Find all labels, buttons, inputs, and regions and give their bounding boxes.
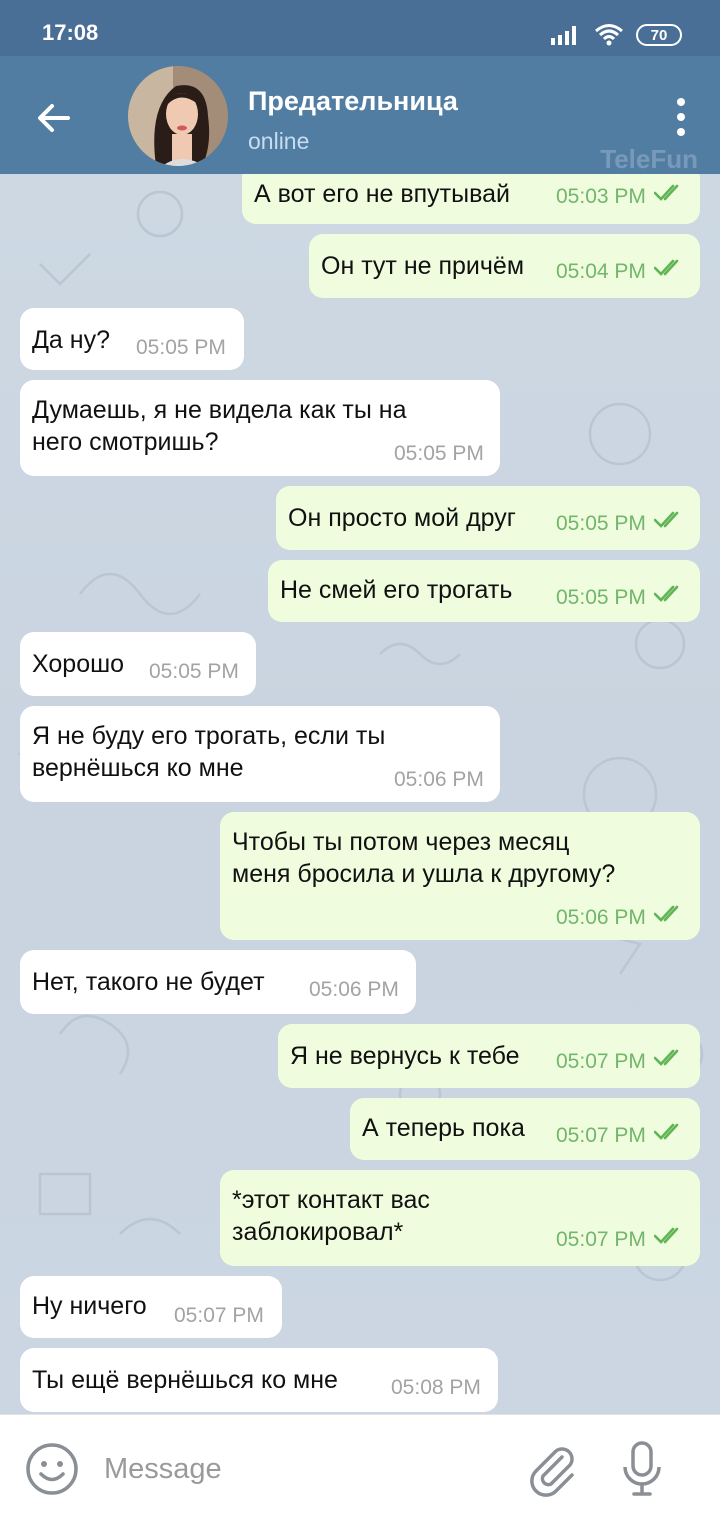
double-check-icon <box>654 259 679 276</box>
message-bubble[interactable]: Чтобы ты потом через месяц меня бросила … <box>220 812 700 940</box>
message-time: 05:06 PM <box>556 906 646 929</box>
double-check-icon <box>654 511 679 528</box>
message-text: Нет, такого не будет <box>32 968 265 996</box>
message-text: А вот его не впутывай <box>254 180 510 208</box>
contact-status: online <box>248 128 310 154</box>
message-bubble[interactable]: Ну ничего 05:07 PM <box>20 1276 282 1338</box>
double-check-icon <box>654 1227 679 1244</box>
message-time: 05:08 PM <box>391 1376 481 1399</box>
message-text: А теперь пока <box>362 1114 525 1142</box>
message-time: 05:07 PM <box>556 1228 646 1251</box>
message-bubble[interactable]: Не смей его трогать 05:05 PM <box>268 560 700 622</box>
double-check-icon <box>654 905 679 922</box>
message-time: 05:05 PM <box>149 660 239 683</box>
status-time: 17:08 <box>42 20 99 45</box>
message-text: Чтобы ты потом через месяц меня бросила … <box>232 828 616 888</box>
battery-icon: 70 <box>636 24 682 46</box>
emoji-icon[interactable] <box>24 1441 80 1497</box>
message-time: 05:05 PM <box>394 442 484 465</box>
double-check-icon <box>654 1123 679 1140</box>
message-time: 05:07 PM <box>556 1124 646 1147</box>
message-time: 05:05 PM <box>556 586 646 609</box>
message-text: Ну ничего <box>32 1292 147 1320</box>
message-bubble[interactable]: Он просто мой друг 05:05 PM <box>276 486 700 550</box>
contact-name[interactable]: Предательница <box>248 86 458 117</box>
message-bubble[interactable]: А теперь пока 05:07 PM <box>350 1098 700 1160</box>
more-vert-icon[interactable] <box>666 94 696 140</box>
wifi-icon <box>595 24 623 46</box>
message-bubble[interactable]: *этот контакт вас заблокировал* 05:07 PM <box>220 1170 700 1266</box>
composer-bar <box>0 1414 720 1520</box>
chat-area[interactable]: А вот его не впутывай 05:03 PM Он тут не… <box>0 174 720 1414</box>
status-bar: 17:08 70 <box>0 0 720 56</box>
watermark: TeleFun <box>600 144 698 174</box>
attach-icon[interactable] <box>524 1441 580 1497</box>
chat-header: Предательница online TeleFun <box>0 56 720 174</box>
message-time: 05:05 PM <box>136 336 226 359</box>
message-time: 05:05 PM <box>556 512 646 535</box>
status-icons: 70 <box>550 20 682 50</box>
message-text: Хорошо <box>32 650 125 678</box>
message-time: 05:07 PM <box>556 1050 646 1073</box>
message-text: Он тут не причём <box>321 252 525 280</box>
message-text: Он просто мой друг <box>288 504 516 532</box>
message-time: 05:06 PM <box>309 978 399 1001</box>
back-arrow-icon[interactable] <box>28 92 80 144</box>
message-bubble[interactable]: Нет, такого не будет 05:06 PM <box>20 950 416 1014</box>
message-text: Думаешь, я не видела как ты на него смот… <box>32 396 407 456</box>
message-bubble[interactable]: Я не буду его трогать, если ты вернёшься… <box>20 706 500 802</box>
double-check-icon <box>654 1049 679 1066</box>
double-check-icon <box>654 585 679 602</box>
message-text: *этот контакт вас заблокировал* <box>232 1186 430 1246</box>
message-time: 05:07 PM <box>174 1304 264 1327</box>
message-text: Да ну? <box>32 326 110 354</box>
avatar[interactable] <box>128 66 228 166</box>
message-input[interactable] <box>104 1447 484 1491</box>
message-text: Я не буду его трогать, если ты вернёшься… <box>32 722 386 782</box>
message-bubble[interactable]: Ты ещё вернёшься ко мне 05:08 PM <box>20 1348 498 1412</box>
message-time: 05:04 PM <box>556 260 646 283</box>
message-text: Не смей его трогать <box>280 576 513 604</box>
mic-icon[interactable] <box>616 1439 668 1499</box>
message-time: 05:06 PM <box>394 768 484 791</box>
message-time: 05:03 PM <box>556 185 646 208</box>
double-check-icon <box>654 184 679 201</box>
message-bubble[interactable]: Да ну? 05:05 PM <box>20 308 244 370</box>
message-bubble[interactable]: Хорошо 05:05 PM <box>20 632 256 696</box>
message-text: Я не вернусь к тебе <box>290 1042 520 1070</box>
message-bubble[interactable]: Он тут не причём 05:04 PM <box>309 234 700 298</box>
message-text: Ты ещё вернёшься ко мне <box>32 1366 338 1394</box>
signal-icon <box>551 26 576 45</box>
message-bubble[interactable]: Я не вернусь к тебе 05:07 PM <box>278 1024 700 1088</box>
message-bubble[interactable]: А вот его не впутывай 05:03 PM <box>242 174 700 224</box>
message-bubble[interactable]: Думаешь, я не видела как ты на него смот… <box>20 380 500 476</box>
